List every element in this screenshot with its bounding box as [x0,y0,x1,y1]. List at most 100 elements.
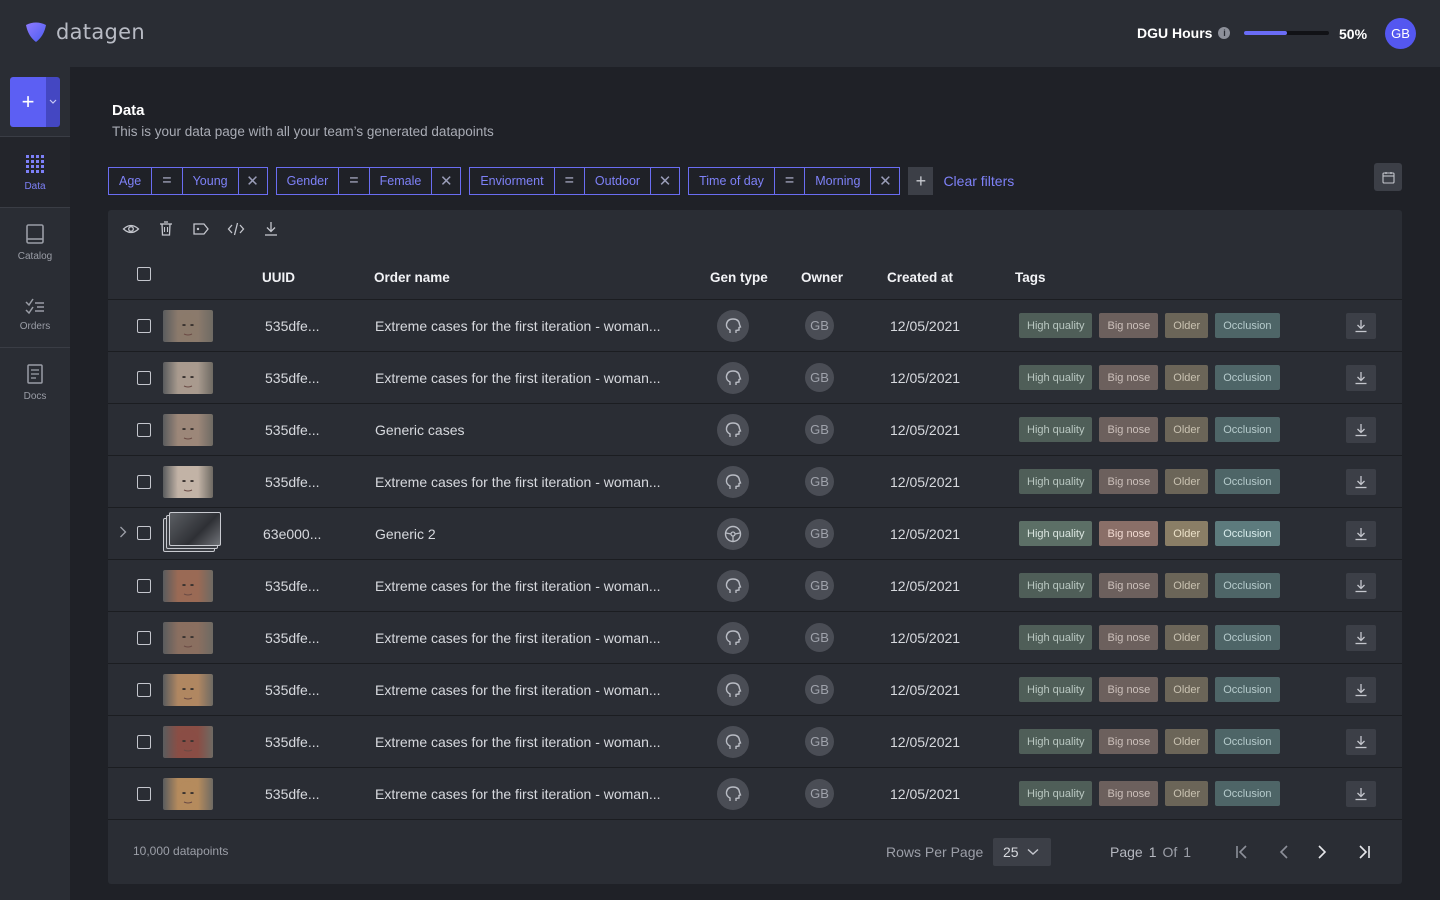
select-all-checkbox[interactable] [137,267,151,281]
tag-occlusion[interactable]: Occlusion [1215,417,1280,442]
face-thumbnail[interactable] [163,466,213,498]
tag-big-nose[interactable]: Big nose [1099,625,1159,650]
tag-older[interactable]: Older [1165,469,1209,494]
face-thumbnail[interactable] [163,310,213,342]
row-checkbox[interactable] [137,631,151,645]
add-filter-button[interactable]: + [908,167,934,195]
new-order-button[interactable]: + [10,77,60,127]
tag-big-nose[interactable]: Big nose [1099,573,1159,598]
face-thumbnail[interactable] [163,570,213,602]
close-icon[interactable]: ✕ [871,168,899,194]
owner-avatar[interactable]: GB [805,519,834,548]
previous-page-button[interactable] [1275,843,1293,861]
tag-older[interactable]: Older [1165,417,1209,442]
column-header-uuid[interactable]: UUID [262,270,295,285]
order-name-cell[interactable]: Extreme cases for the first iteration - … [375,734,661,750]
tag-high-quality[interactable]: High quality [1019,729,1093,754]
last-page-button[interactable] [1355,843,1373,861]
trash-icon[interactable] [157,220,175,238]
row-checkbox[interactable] [137,423,151,437]
row-download-button[interactable] [1346,625,1376,651]
close-icon[interactable]: ✕ [239,168,267,194]
sidebar-item-catalog[interactable]: Catalog [0,207,70,277]
tag-high-quality[interactable]: High quality [1019,677,1093,702]
owner-avatar[interactable]: GB [805,571,834,600]
table-row[interactable]: 535dfe... Extreme cases for the first ite… [108,300,1402,352]
order-name-cell[interactable]: Extreme cases for the first iteration - … [375,786,661,802]
download-icon[interactable] [262,220,280,238]
table-row[interactable]: 535dfe... Extreme cases for the first ite… [108,456,1402,508]
tag-older[interactable]: Older [1165,365,1209,390]
row-download-button[interactable] [1346,729,1376,755]
table-row[interactable]: 535dfe... Extreme cases for the first ite… [108,716,1402,768]
table-row[interactable]: 535dfe... Extreme cases for the first ite… [108,768,1402,820]
tag-big-nose[interactable]: Big nose [1099,469,1159,494]
filter-field[interactable]: Time of day [689,168,775,194]
row-download-button[interactable] [1346,313,1376,339]
owner-avatar[interactable]: GB [805,467,834,496]
tag-older[interactable]: Older [1165,573,1209,598]
tag-high-quality[interactable]: High quality [1019,521,1093,546]
tag-high-quality[interactable]: High quality [1019,313,1093,338]
face-thumbnail[interactable] [163,622,213,654]
filter-chip-environment[interactable]: Enviorment = Outdoor ✕ [469,167,681,195]
face-thumbnail[interactable] [163,726,213,758]
tag-big-nose[interactable]: Big nose [1099,677,1159,702]
filter-value[interactable]: Outdoor [585,168,652,194]
order-name-cell[interactable]: Extreme cases for the first iteration - … [375,682,661,698]
face-thumbnail[interactable] [163,362,213,394]
face-thumbnail[interactable] [163,674,213,706]
tag-big-nose[interactable]: Big nose [1099,729,1159,754]
row-checkbox[interactable] [137,526,151,540]
app-logo[interactable]: datagen [24,20,145,44]
owner-avatar[interactable]: GB [805,727,834,756]
tag-high-quality[interactable]: High quality [1019,781,1093,806]
order-name-cell[interactable]: Extreme cases for the first iteration - … [375,474,661,490]
filter-field[interactable]: Age [109,168,153,194]
eye-icon[interactable] [122,220,140,238]
order-name-cell[interactable]: Generic cases [375,422,464,438]
tag-occlusion[interactable]: Occlusion [1215,469,1280,494]
tag-occlusion[interactable]: Occlusion [1215,625,1280,650]
sidebar-item-orders[interactable]: Orders [0,277,70,347]
new-order-dropdown[interactable] [46,77,60,127]
row-download-button[interactable] [1346,573,1376,599]
tag-occlusion[interactable]: Occlusion [1215,677,1280,702]
filter-field[interactable]: Gender [277,168,340,194]
filter-value[interactable]: Morning [805,168,872,194]
plus-icon[interactable]: + [10,77,46,127]
tag-high-quality[interactable]: High quality [1019,625,1093,650]
face-thumbnail[interactable] [163,778,213,810]
rows-per-page-select[interactable]: 25 [993,838,1051,866]
order-name-cell[interactable]: Extreme cases for the first iteration - … [375,578,661,594]
row-checkbox[interactable] [137,683,151,697]
tag-older[interactable]: Older [1165,781,1209,806]
filter-field[interactable]: Enviorment [470,168,555,194]
owner-avatar[interactable]: GB [805,415,834,444]
order-name-cell[interactable]: Extreme cases for the first iteration - … [375,370,661,386]
table-row[interactable]: 535dfe... Extreme cases for the first ite… [108,560,1402,612]
face-thumbnail[interactable] [163,414,213,446]
table-row[interactable]: 535dfe... Generic cases GB 12/05/2021 High q… [108,404,1402,456]
user-avatar[interactable]: GB [1385,18,1416,49]
tag-older[interactable]: Older [1165,521,1209,546]
next-page-button[interactable] [1313,843,1331,861]
row-checkbox[interactable] [137,787,151,801]
owner-avatar[interactable]: GB [805,779,834,808]
close-icon[interactable]: ✕ [651,168,679,194]
owner-avatar[interactable]: GB [805,675,834,704]
row-download-button[interactable] [1346,365,1376,391]
row-download-button[interactable] [1346,677,1376,703]
row-download-button[interactable] [1346,521,1376,547]
tag-occlusion[interactable]: Occlusion [1215,365,1280,390]
tag-older[interactable]: Older [1165,625,1209,650]
column-header-tags[interactable]: Tags [1015,270,1046,285]
tag-high-quality[interactable]: High quality [1019,365,1093,390]
tag-big-nose[interactable]: Big nose [1099,313,1159,338]
tag-older[interactable]: Older [1165,313,1209,338]
info-icon[interactable]: i [1218,27,1231,39]
calendar-button[interactable] [1374,163,1402,191]
tag-occlusion[interactable]: Occlusion [1215,313,1280,338]
owner-avatar[interactable]: GB [805,623,834,652]
column-header-owner[interactable]: Owner [801,270,843,285]
